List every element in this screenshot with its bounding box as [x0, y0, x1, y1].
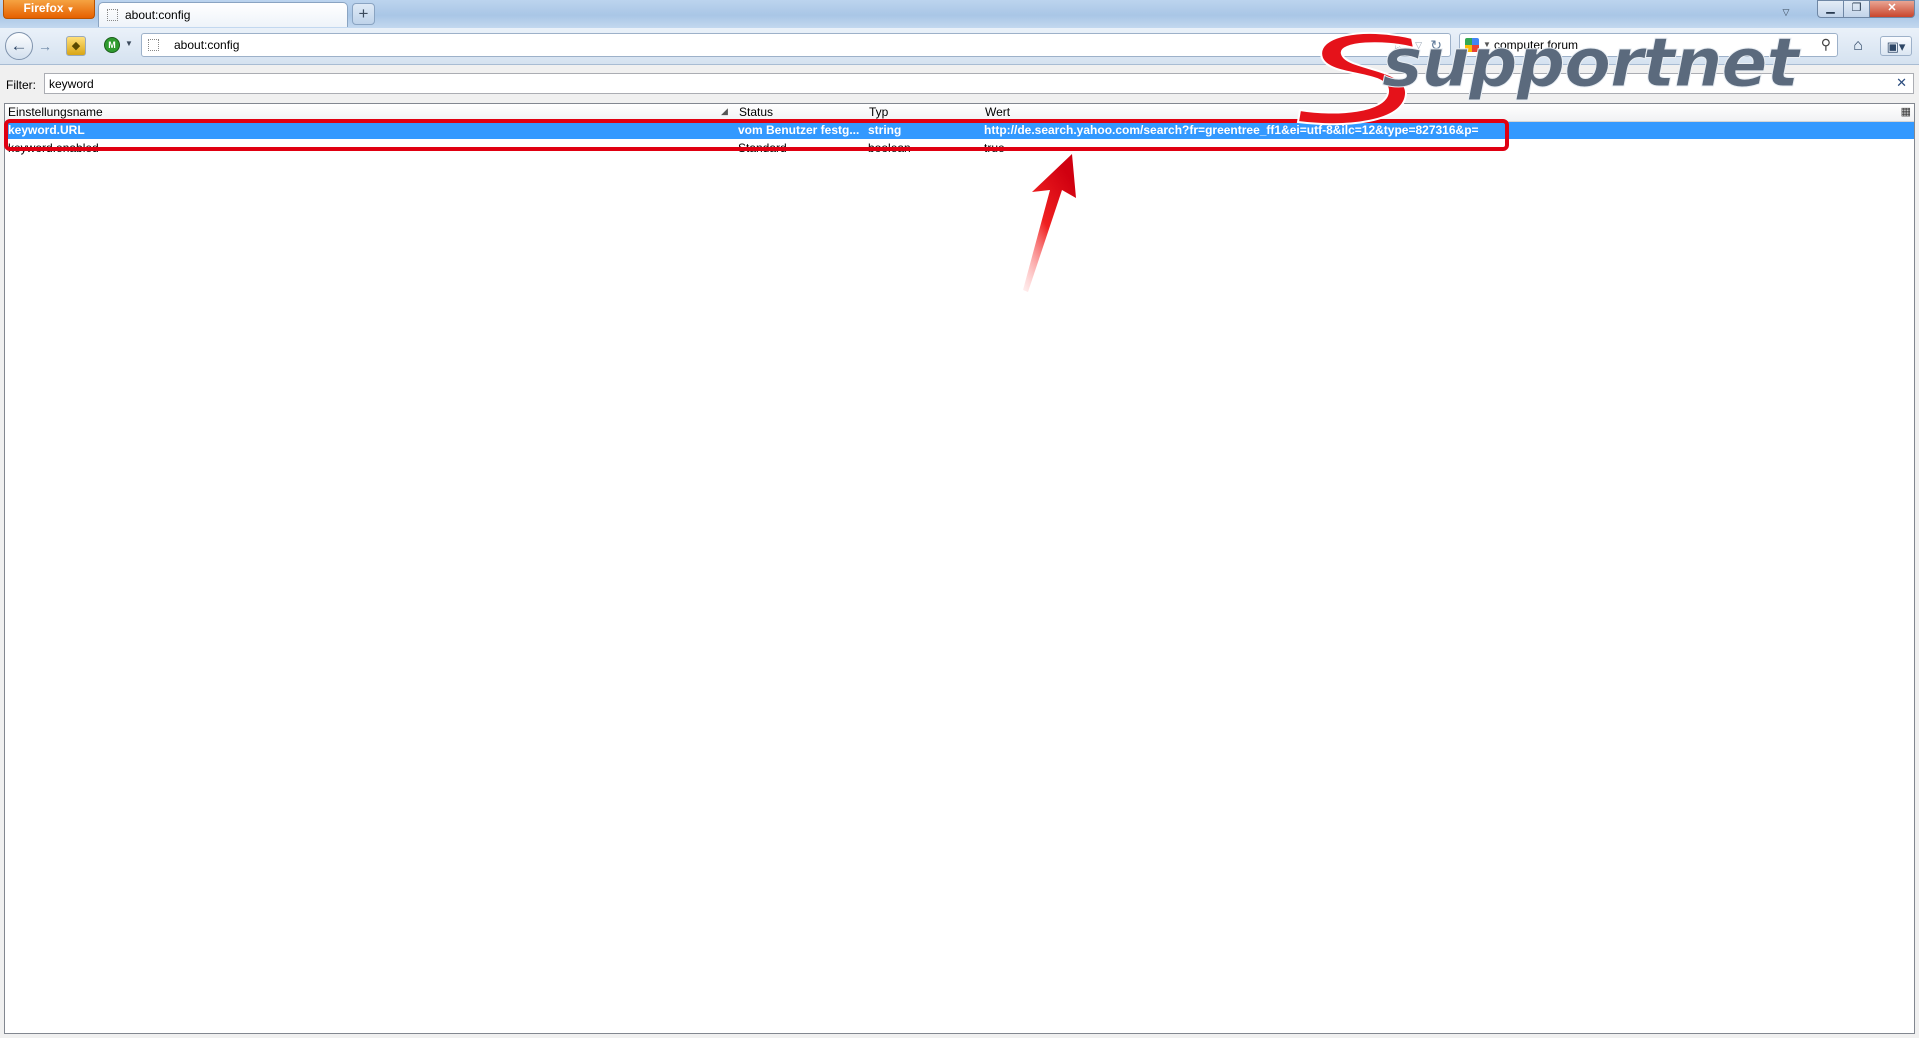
back-button[interactable]: ←	[5, 32, 33, 60]
preferences-table: Einstellungsname ◢ Status Typ Wert ▦ key…	[4, 103, 1915, 1034]
supportnet-logo: supportnet	[1292, 24, 1874, 130]
minimize-button[interactable]: ▁	[1817, 0, 1844, 18]
red-arrow-icon	[1023, 154, 1076, 292]
close-window-button[interactable]: ✕	[1869, 0, 1915, 18]
maximize-button[interactable]: ❐	[1843, 0, 1870, 18]
addon-m-button[interactable]: M	[104, 37, 120, 53]
firefox-menu-label: Firefox	[23, 1, 64, 15]
filter-label: Filter:	[6, 78, 36, 92]
chevron-down-icon: ▼	[66, 5, 75, 14]
column-header-type[interactable]: Typ	[869, 105, 888, 119]
highlight-box	[4, 119, 1509, 151]
column-header-value[interactable]: Wert	[985, 105, 1010, 119]
sort-icon: ◢	[721, 106, 728, 116]
puzzle-icon: ◆	[71, 40, 81, 52]
column-header-status[interactable]: Status	[739, 105, 773, 119]
arrow-left-icon: ←	[10, 36, 28, 55]
column-picker-icon[interactable]: ▦	[1901, 105, 1911, 118]
chevron-down-icon[interactable]: ▼	[125, 39, 133, 48]
clear-icon[interactable]: ✕	[1896, 75, 1907, 91]
logo-text: supportnet	[1381, 24, 1799, 104]
url-bar[interactable]: about:config ☆ ▽ ↻	[141, 33, 1451, 57]
firefox-menu-button[interactable]: Firefox ▼	[3, 0, 95, 19]
m-icon: M	[108, 40, 116, 50]
bookmarks-menu-button[interactable]: ▣▾	[1880, 36, 1912, 56]
new-tab-button[interactable]: +	[352, 3, 375, 25]
url-input[interactable]: about:config	[174, 38, 239, 52]
arrow-right-icon: →	[38, 38, 52, 54]
column-header-name[interactable]: Einstellungsname	[8, 105, 103, 119]
list-all-tabs-icon[interactable]: ▽	[1779, 5, 1793, 19]
page-icon	[148, 39, 159, 51]
filter-value: keyword	[49, 77, 94, 91]
tab-title: about:config	[125, 8, 191, 22]
about-config-page: Filter: keyword ✕ Einstellungsname ◢ Sta…	[0, 65, 1919, 1038]
bookmarks-icon: ▣▾	[1886, 39, 1906, 54]
extension-button[interactable]: ◆	[66, 36, 86, 56]
forward-button[interactable]: →	[36, 37, 54, 55]
page-icon	[107, 9, 118, 21]
tab-about-config[interactable]: about:config	[98, 2, 348, 27]
